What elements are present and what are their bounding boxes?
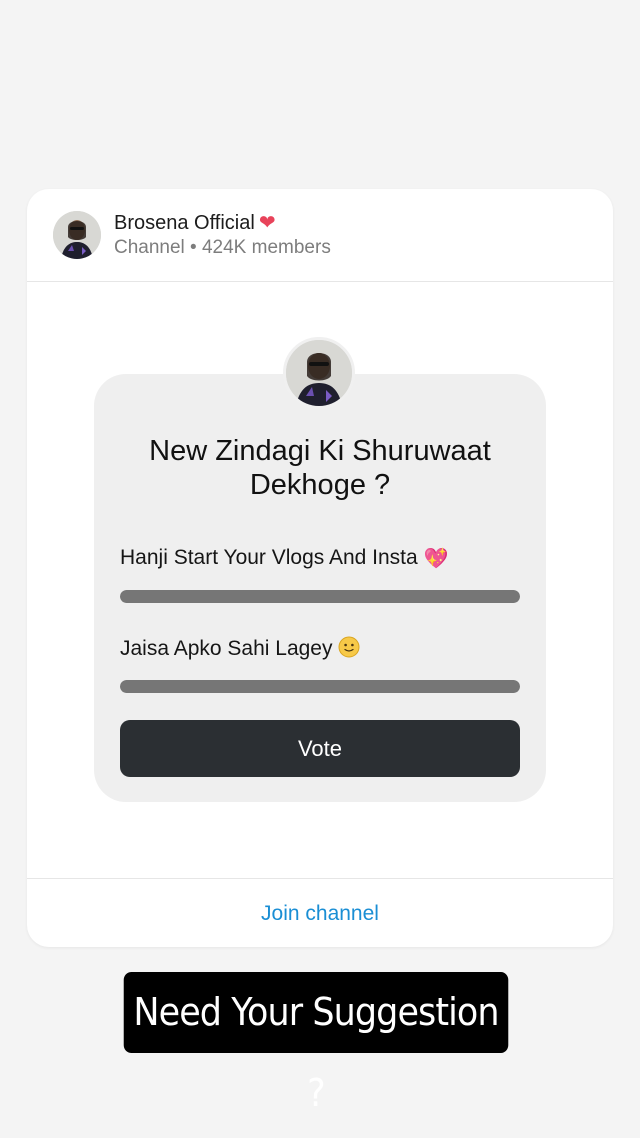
channel-name: Brosena Official ❤ <box>114 210 276 235</box>
vote-button[interactable]: Vote <box>120 720 520 777</box>
poll-option-1-bar <box>120 590 520 603</box>
poll-author-avatar <box>283 337 355 409</box>
channel-avatar[interactable] <box>53 211 101 259</box>
poll-option-2-bar-fill <box>120 680 520 693</box>
poll-option-2-bar <box>120 680 520 693</box>
slightly-smiling-face-icon <box>338 636 360 658</box>
channel-meta: Channel • 424K members <box>114 237 331 258</box>
story-caption: Need Your Suggestion ? <box>123 972 509 1115</box>
person-photo-icon <box>53 211 101 259</box>
poll-option-2-label: Jaisa Apko Sahi Lagey <box>120 637 333 660</box>
red-heart-icon: ❤ <box>258 212 276 234</box>
card-footer: Join channel <box>27 878 613 947</box>
sparkling-heart-icon: 💖 <box>423 548 449 570</box>
poll-option-1-bar-fill <box>120 590 520 603</box>
poll-option-1[interactable]: Hanji Start Your Vlogs And Insta 💖 <box>120 546 449 571</box>
poll-question: New Zindagi Ki Shuruwaat Dekhoge ? <box>149 435 491 501</box>
channel-header[interactable]: Brosena Official ❤ Channel • 424K members <box>27 189 613 282</box>
channel-card: Brosena Official ❤ Channel • 424K members… <box>27 189 613 947</box>
poll-box: New Zindagi Ki Shuruwaat Dekhoge ? Hanji… <box>94 374 546 802</box>
person-photo-icon <box>286 340 352 406</box>
poll-option-1-label: Hanji Start Your Vlogs And Insta <box>120 546 418 569</box>
channel-name-text: Brosena Official <box>114 212 255 234</box>
poll-option-2[interactable]: Jaisa Apko Sahi Lagey <box>120 636 360 661</box>
join-channel-link[interactable]: Join channel <box>27 879 613 947</box>
